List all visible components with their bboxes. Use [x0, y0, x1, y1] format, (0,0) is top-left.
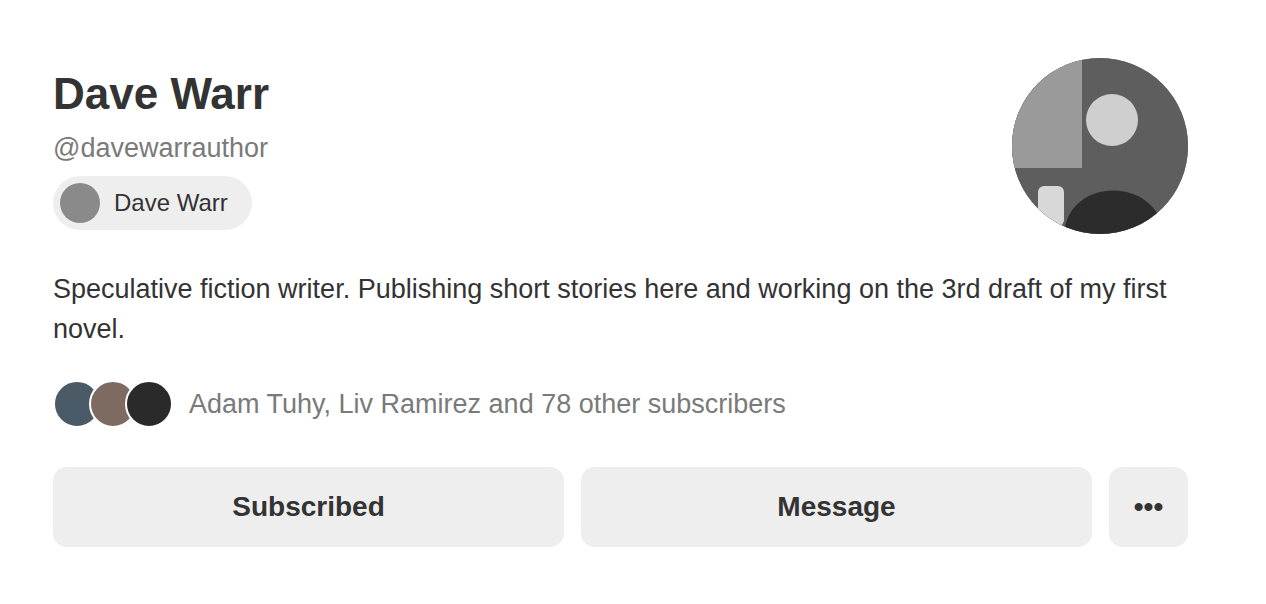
button-label[interactable]: •••	[1134, 490, 1163, 524]
subscribed-button[interactable]: Subscribed	[53, 467, 564, 547]
profile-photo[interactable]	[1012, 58, 1188, 234]
profile-info: Dave Warr @davewarrauthor Dave Warr	[53, 58, 269, 230]
subscriber-avatar-icon	[125, 380, 173, 428]
button-label[interactable]: Subscribed	[232, 490, 384, 524]
action-buttons: Subscribed Message •••	[53, 467, 1188, 547]
subscribers-text[interactable]: Adam Tuhy, Liv Ramirez and 78 other subs…	[189, 386, 786, 422]
profile-handle: @davewarrauthor	[53, 130, 268, 166]
profile-header: Dave Warr @davewarrauthor Dave Warr	[53, 58, 1188, 234]
profile-name: Dave Warr	[53, 68, 269, 120]
account-chip-label[interactable]: Dave Warr	[114, 188, 228, 218]
more-button[interactable]: •••	[1109, 467, 1188, 547]
subscriber-avatars	[53, 380, 173, 428]
profile-bio: Speculative fiction writer. Publishing s…	[53, 269, 1188, 349]
account-chip[interactable]: Dave Warr	[53, 176, 252, 230]
account-avatar-icon	[60, 183, 100, 223]
subscribers-row[interactable]: Adam Tuhy, Liv Ramirez and 78 other subs…	[53, 380, 1188, 428]
message-button[interactable]: Message	[581, 467, 1092, 547]
button-label[interactable]: Message	[777, 490, 895, 524]
